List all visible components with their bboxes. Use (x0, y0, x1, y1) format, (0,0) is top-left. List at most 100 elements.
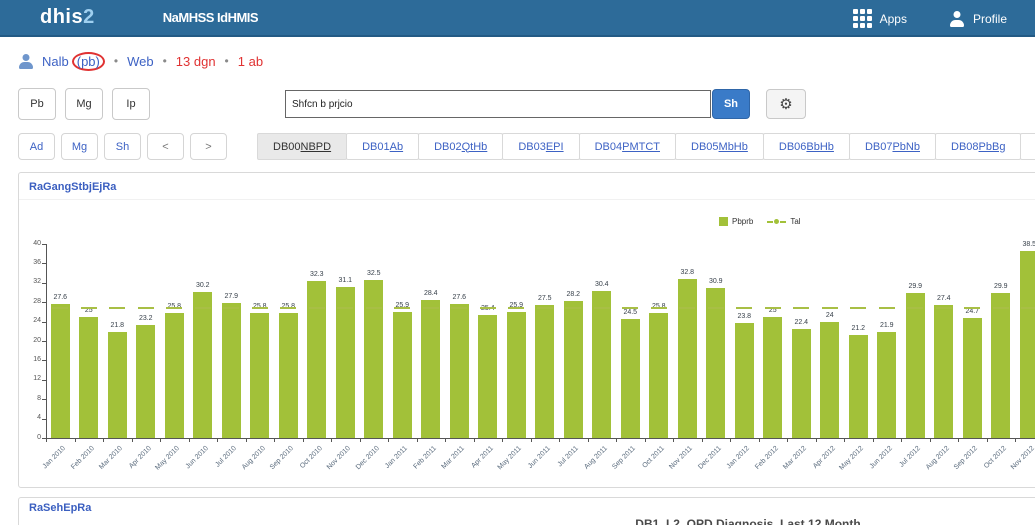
dashboard-tab-DB08[interactable]: DB08PbBg (935, 133, 1021, 160)
target-line-swatch (767, 219, 786, 224)
bar[interactable] (222, 303, 241, 438)
toolbar-button-mg[interactable]: Mg (65, 88, 103, 120)
bar[interactable] (421, 300, 440, 438)
bar[interactable] (279, 313, 298, 438)
dashboard-tab-DB06[interactable]: DB06BbHb (763, 133, 850, 160)
bar[interactable] (393, 312, 412, 438)
tab-label-prefix: DB07 (865, 141, 893, 153)
bar[interactable] (763, 317, 782, 438)
bar-series-label: Pbprb (732, 217, 753, 226)
dashboard-tab-DB03[interactable]: DB03EPI (502, 133, 579, 160)
x-axis-tick-mark (160, 438, 161, 442)
x-axis-tick-mark (217, 438, 218, 442)
target-dash (964, 307, 980, 309)
dashboard-tab-DB04[interactable]: DB04PMTCT (579, 133, 676, 160)
dashboard-nav-next-arrow-button[interactable]: > (190, 133, 227, 160)
bar[interactable] (849, 335, 868, 438)
x-axis-tick-mark (958, 438, 959, 442)
messages-count[interactable]: 13 dgn (176, 54, 216, 69)
dashboard-tab-DB01[interactable]: DB01Ab (346, 133, 419, 160)
bar-value-label: 32.8 (673, 269, 701, 276)
target-dash (109, 307, 125, 309)
apps-menu-button[interactable]: Apps (853, 9, 907, 28)
tab-label-name: BbHb (806, 141, 834, 153)
target-dash (451, 307, 467, 309)
target-dash (879, 307, 895, 309)
search-input[interactable] (285, 90, 711, 118)
bar[interactable] (706, 288, 725, 438)
bar[interactable] (735, 323, 754, 438)
profile-menu-button[interactable]: Profile (949, 11, 1007, 27)
bar[interactable] (136, 325, 155, 438)
dashboard-nav-share-button[interactable]: Sh (104, 133, 141, 160)
legend-item-bars[interactable]: Pbprb (719, 217, 753, 226)
bar[interactable] (991, 293, 1010, 438)
bar-value-label: 31.1 (331, 277, 359, 284)
chart2-title-link[interactable]: RaSehEpRa (29, 502, 91, 514)
bar[interactable] (307, 281, 326, 438)
bar[interactable] (906, 293, 925, 438)
tab-label-prefix: DB02 (434, 141, 462, 153)
settings-gear-button[interactable]: ⚙ (766, 89, 806, 119)
toolbar-button-pb[interactable]: Pb (18, 88, 56, 120)
bar[interactable] (108, 332, 127, 438)
dashboard-tab-DB05[interactable]: DB05MbHb (675, 133, 764, 160)
bar[interactable] (250, 313, 269, 438)
bar[interactable] (535, 305, 554, 438)
bar[interactable] (336, 287, 355, 438)
bar[interactable] (621, 319, 640, 438)
dashboard-tab-DB09[interactable]: DB09PbBs (1020, 133, 1035, 160)
bar-value-label: 30.9 (702, 278, 730, 285)
bar[interactable] (934, 305, 953, 438)
bar[interactable] (592, 291, 611, 438)
target-dash (850, 307, 866, 309)
dashboard-tab-DB02[interactable]: DB02QtHb (418, 133, 503, 160)
bar[interactable] (963, 318, 982, 438)
x-axis-tick-mark (588, 438, 589, 442)
user-name-link[interactable]: Nalb (42, 54, 69, 69)
target-dash (52, 307, 68, 309)
toolbar-button-ip[interactable]: Ip (112, 88, 150, 120)
bar[interactable] (649, 313, 668, 438)
target-dash (651, 307, 667, 309)
bar[interactable] (193, 292, 212, 438)
bar[interactable] (1020, 251, 1035, 438)
target-dash (309, 307, 325, 309)
bar[interactable] (564, 301, 583, 438)
bar[interactable] (165, 313, 184, 438)
bar-value-label: 21.8 (103, 322, 131, 329)
legend-item-target[interactable]: Tal (767, 217, 800, 226)
bar[interactable] (51, 304, 70, 438)
dhis2-logo[interactable]: dhis2 (40, 6, 95, 29)
dashboard-nav-add-button[interactable]: Ad (18, 133, 55, 160)
target-dash (480, 307, 496, 309)
bar[interactable] (364, 280, 383, 438)
bar[interactable] (792, 329, 811, 438)
x-axis-tick-mark (987, 438, 988, 442)
bar[interactable] (507, 312, 526, 438)
logo-text: dhis (40, 6, 83, 28)
target-dash (594, 307, 610, 309)
dashboard-tab-DB00[interactable]: DB00NBPD (257, 133, 347, 160)
bar-value-label: 38.5 (1015, 241, 1035, 248)
dashboard-nav-manage-button[interactable]: Mg (61, 133, 98, 160)
separator-dot: • (114, 54, 118, 68)
alerts-count[interactable]: 1 ab (238, 54, 263, 69)
bar[interactable] (478, 315, 497, 438)
bar[interactable] (450, 304, 469, 438)
bar[interactable] (820, 322, 839, 438)
bar[interactable] (877, 332, 896, 438)
top-bar: dhis2 NaMHSS IdHMIS Apps Profile (0, 0, 1035, 37)
bar[interactable] (79, 317, 98, 438)
bar-value-label: 30.2 (189, 282, 217, 289)
dashboard-nav-prev-arrow-button[interactable]: < (147, 133, 184, 160)
y-axis-tick-label: 12 (19, 375, 41, 382)
tab-label-prefix: DB06 (779, 141, 807, 153)
tab-label-name: PbNb (892, 141, 920, 153)
bar[interactable] (678, 279, 697, 438)
search-button[interactable]: Sh (712, 89, 750, 119)
dashboard-tab-DB07[interactable]: DB07PbNb (849, 133, 936, 160)
target-dash (679, 307, 695, 309)
bar-value-label: 27.4 (930, 295, 958, 302)
network-link[interactable]: Web (127, 54, 154, 69)
